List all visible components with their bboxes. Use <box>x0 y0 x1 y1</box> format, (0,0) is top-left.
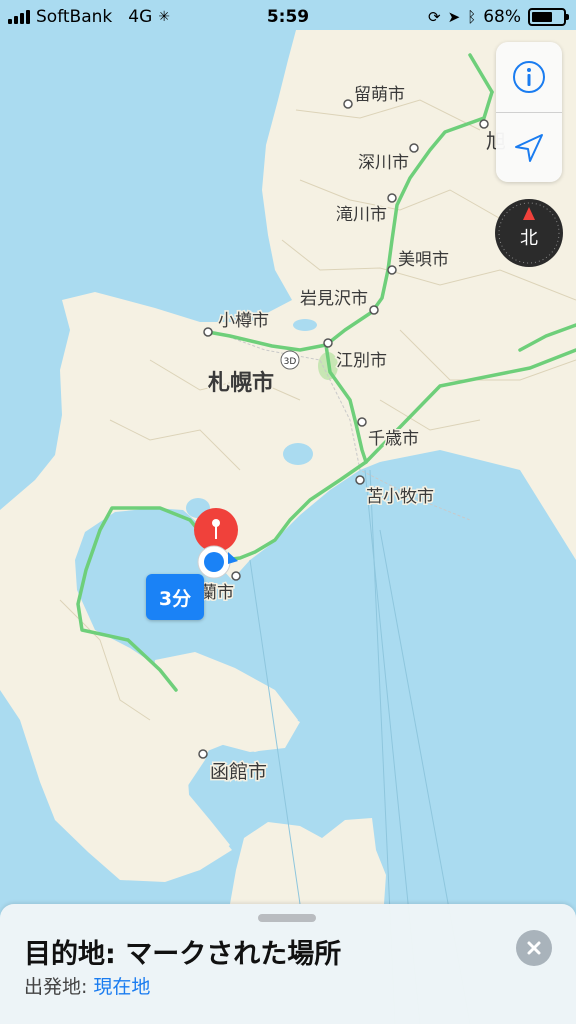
lake-shikotsu <box>283 443 313 465</box>
city-label-rumoi: 留萌市 <box>354 85 405 105</box>
land-mass-honshu <box>230 818 386 904</box>
city-label-ebetsu: 江別市 <box>336 351 387 371</box>
route-shield-3d: 3D <box>280 350 300 370</box>
city-label-muroran: 蘭市 <box>200 583 234 603</box>
route-eta-badge[interactable]: 3分 <box>146 574 204 620</box>
city-label-fukagawa: 深川市 <box>358 153 409 173</box>
map-controls <box>496 42 562 182</box>
city-label-iwamizawa: 岩見沢市 <box>300 289 368 309</box>
city-label-sapporo: 札幌市 <box>207 370 274 396</box>
city-label-hakodate: 函館市 <box>210 761 267 783</box>
city-label-bibai: 美唄市 <box>398 250 449 270</box>
map-canvas[interactable]: 3D 留萌市 深川市 滝川市 美唄市 岩見沢市 小樽市 江別市 千歳市 苫小牧市… <box>0 0 576 1024</box>
destination-title: 目的地: マークされた場所 <box>24 939 342 970</box>
city-label-otaru: 小樽市 <box>218 311 269 331</box>
bluetooth-icon: ᛒ <box>467 8 477 26</box>
battery-icon <box>528 8 569 26</box>
city-label-chitose: 千歳市 <box>368 429 419 449</box>
origin-link[interactable]: 現在地 <box>93 976 150 998</box>
info-icon <box>513 61 545 93</box>
svg-text:3D: 3D <box>284 357 297 367</box>
rotation-lock-icon: ⟳ <box>428 8 441 26</box>
sheet-grabber[interactable] <box>258 914 316 922</box>
compass-icon[interactable]: 北 <box>494 198 564 268</box>
directions-sheet[interactable]: 目的地: マークされた場所 出発地: 現在地 <box>0 904 576 1024</box>
location-arrow-icon: ➤ <box>447 8 461 26</box>
close-button[interactable] <box>516 930 552 966</box>
battery-percent: 68% <box>483 7 521 27</box>
location-tracking-icon <box>515 134 543 162</box>
dropped-pin-icon[interactable] <box>194 508 238 552</box>
compass-north-label: 北 <box>520 228 538 249</box>
origin-label: 出発地: <box>24 976 88 998</box>
tracking-button[interactable] <box>496 113 562 183</box>
close-icon <box>527 941 541 955</box>
info-button[interactable] <box>496 42 562 112</box>
city-label-tomakomai: 苫小牧市 <box>366 487 434 507</box>
origin-row: 出発地: 現在地 <box>24 972 150 999</box>
lake-otaru-bay <box>293 319 317 331</box>
status-bar: SoftBank 4G ✳ 5:59 ⟳ ➤ ᛒ 68% <box>0 0 576 34</box>
city-label-takikawa: 滝川市 <box>336 205 387 225</box>
